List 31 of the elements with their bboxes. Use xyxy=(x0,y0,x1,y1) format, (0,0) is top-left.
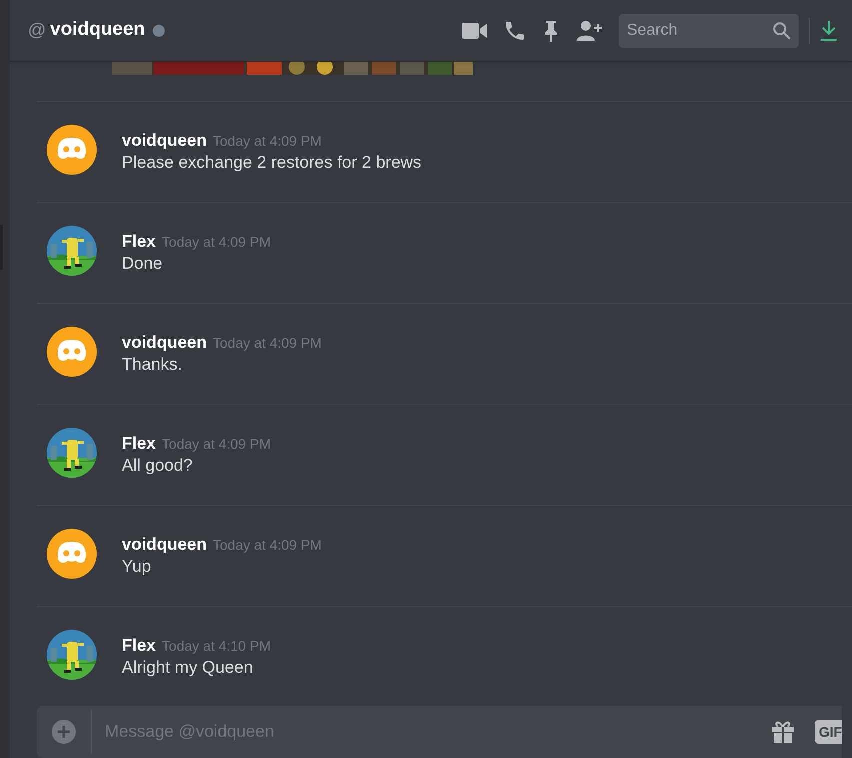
search-icon xyxy=(773,22,791,40)
message-text: All good? xyxy=(122,455,194,477)
author-name[interactable]: voidqueen xyxy=(122,532,208,558)
download-icon[interactable] xyxy=(820,20,838,42)
gift-icon[interactable] xyxy=(771,720,795,744)
timestamp: Today at 4:09 PM xyxy=(162,233,271,252)
author-name[interactable]: Flex xyxy=(122,633,156,658)
message-text: Alright my Queen xyxy=(122,657,254,679)
message-text: Done xyxy=(122,253,164,275)
avatar-icon[interactable] xyxy=(47,125,97,175)
timestamp: Today at 4:09 PM xyxy=(162,435,271,454)
timestamp: Today at 4:09 PM xyxy=(213,132,322,151)
video-camera-icon[interactable] xyxy=(462,22,488,40)
avatar-icon[interactable] xyxy=(47,529,97,579)
gif-button[interactable]: GIF xyxy=(815,720,842,744)
author-name[interactable]: voidqueen xyxy=(122,128,208,154)
author-name[interactable]: Flex xyxy=(122,229,156,254)
timestamp: Today at 4:10 PM xyxy=(162,637,271,656)
message-text: Thanks. xyxy=(122,354,184,376)
avatar-icon[interactable] xyxy=(47,327,97,377)
at-sign: @ xyxy=(28,19,46,42)
add-friend-icon[interactable] xyxy=(577,20,603,42)
timestamp: Today at 4:09 PM xyxy=(213,536,322,555)
author-name[interactable]: Flex xyxy=(122,431,156,456)
pin-icon[interactable] xyxy=(543,18,559,42)
channel-title: voidqueen xyxy=(50,18,146,42)
message-text: Please exchange 2 restores for 2 brews xyxy=(122,152,422,174)
search-field[interactable]: Search xyxy=(619,14,799,48)
author-name[interactable]: voidqueen xyxy=(122,330,208,356)
message-text: Yup xyxy=(122,556,152,578)
timestamp: Today at 4:09 PM xyxy=(213,334,322,353)
